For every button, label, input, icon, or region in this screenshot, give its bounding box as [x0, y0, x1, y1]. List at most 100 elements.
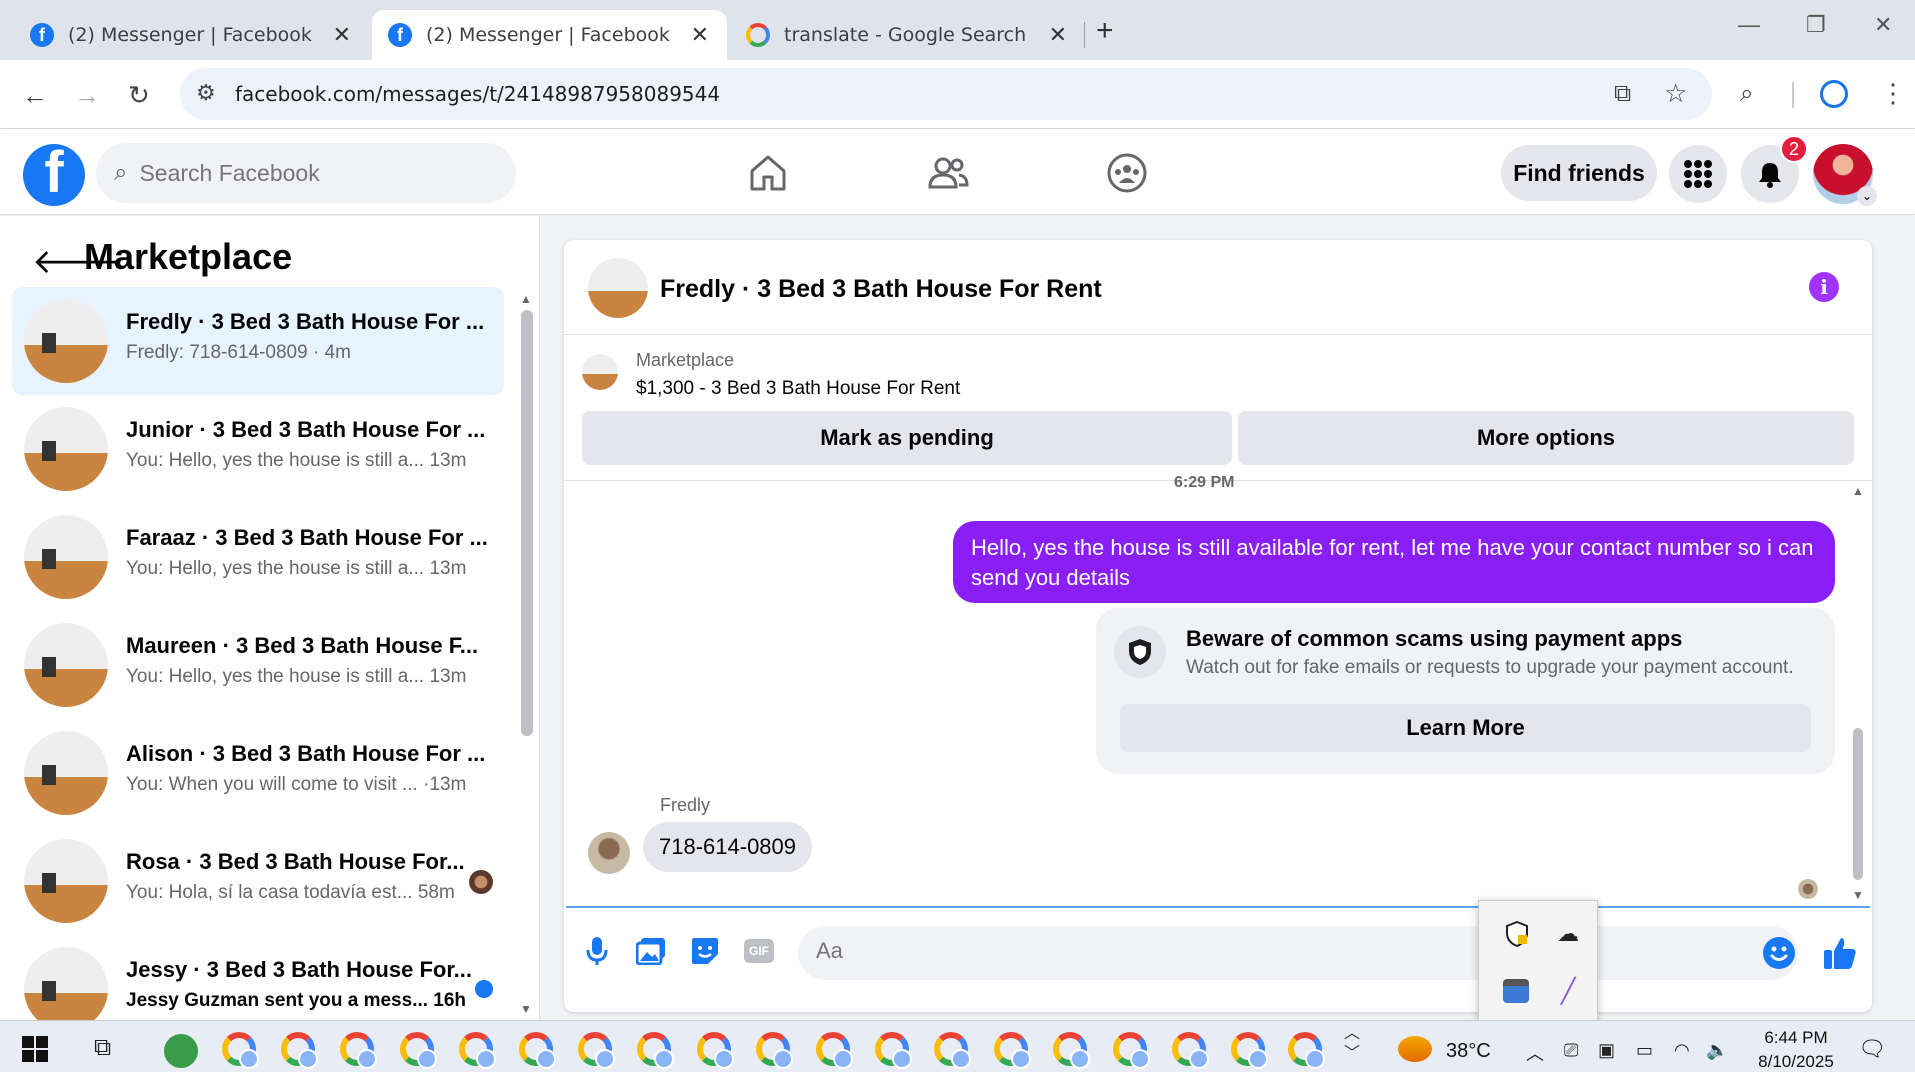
task-view-icon[interactable]: ⧉ [94, 1034, 111, 1062]
listing-title[interactable]: $1,300 - 3 Bed 3 Bath House For Rent [636, 378, 960, 400]
chrome-icon[interactable] [994, 1032, 1031, 1069]
chrome-icon[interactable] [1231, 1032, 1268, 1069]
chat-avatar[interactable] [588, 258, 648, 318]
forward-icon[interactable]: → [74, 80, 100, 111]
chrome-icon[interactable] [578, 1032, 615, 1069]
display-icon[interactable]: ▣ [1598, 1040, 1615, 1061]
security-shield-icon[interactable] [1505, 920, 1529, 948]
facebook-search[interactable]: ⌕ [96, 143, 516, 203]
install-app-icon[interactable]: ⧉ [1614, 80, 1631, 108]
home-icon[interactable] [746, 151, 790, 195]
conversation-item[interactable]: Rosa · 3 Bed 3 Bath House For... You: Ho… [12, 827, 504, 935]
scroll-up-icon[interactable]: ▲ [1852, 484, 1864, 498]
back-icon[interactable]: ← [22, 80, 48, 111]
minimize-icon[interactable]: — [1738, 12, 1760, 38]
conversation-item[interactable]: Faraaz · 3 Bed 3 Bath House For ... You:… [12, 503, 504, 611]
chrome-icon[interactable] [1288, 1032, 1325, 1069]
chrome-icon[interactable] [1113, 1032, 1150, 1069]
reload-icon[interactable]: ↻ [128, 80, 150, 111]
close-tab-icon[interactable]: ✕ [691, 23, 709, 48]
chrome-icon[interactable] [756, 1032, 793, 1069]
profile-icon[interactable] [1820, 80, 1848, 108]
chrome-icon[interactable] [400, 1032, 437, 1069]
sender-name: Fredly [660, 795, 711, 815]
chrome-icon[interactable] [934, 1032, 971, 1069]
battery-icon[interactable]: ▭ [1636, 1040, 1653, 1061]
chrome-icon[interactable] [222, 1032, 259, 1069]
close-tab-icon[interactable]: ✕ [333, 23, 351, 48]
weather-temperature[interactable]: 38°C [1446, 1040, 1491, 1063]
shield-icon [1114, 626, 1166, 678]
meet-icon[interactable]: ⎚ [1564, 1040, 1578, 1061]
chrome-icon[interactable] [1172, 1032, 1209, 1069]
conversation-item[interactable]: Maureen · 3 Bed 3 Bath House F... You: H… [12, 611, 504, 719]
chat-title[interactable]: Fredly · 3 Bed 3 Bath House For Rent [660, 275, 1102, 304]
gif-icon[interactable]: GIF [742, 934, 776, 968]
window-close-icon[interactable]: ✕ [1874, 12, 1892, 38]
chrome-icon[interactable] [637, 1032, 674, 1069]
browser-tab-3[interactable]: translate - Google Search ✕ [730, 10, 1085, 60]
conversation-preview: You: When you will come to visit ... ·13… [126, 774, 467, 795]
chrome-menu-icon[interactable]: ⋮ [1880, 78, 1906, 109]
onedrive-icon[interactable]: ☁ [1557, 921, 1579, 947]
bookmark-star-icon[interactable]: ☆ [1664, 78, 1687, 109]
conversation-item[interactable]: Fredly · 3 Bed 3 Bath House For ... Fred… [12, 287, 504, 395]
url-text[interactable]: facebook.com/messages/t/2414898795808954… [235, 82, 720, 106]
conversation-item[interactable]: Alison · 3 Bed 3 Bath House For ... You:… [12, 719, 504, 827]
app-icon[interactable] [164, 1034, 198, 1068]
camera-app-icon[interactable] [1503, 979, 1529, 1003]
weather-icon[interactable] [1398, 1036, 1432, 1062]
learn-more-button[interactable]: Learn More [1120, 704, 1811, 752]
browser-tab-2[interactable]: f (2) Messenger | Facebook ✕ [372, 10, 727, 60]
thumbs-up-icon[interactable] [1822, 935, 1858, 971]
sender-avatar[interactable] [588, 832, 630, 874]
show-hidden-icons-icon[interactable]: ︿ [1526, 1040, 1544, 1066]
browser-tab-1[interactable]: f (2) Messenger | Facebook ✕ [14, 10, 369, 60]
message-composer[interactable] [798, 926, 1798, 980]
search-input[interactable] [139, 159, 440, 187]
pen-icon[interactable]: ╱ [1561, 977, 1575, 1006]
menu-button[interactable] [1669, 145, 1727, 203]
chrome-icon[interactable] [459, 1032, 496, 1069]
taskbar-overflow-icon[interactable]: ︿ ﹀ [1344, 1024, 1360, 1064]
system-clock[interactable]: 6:44 PM 8/10/2025 [1756, 1026, 1836, 1074]
clock-time: 6:44 PM [1764, 1028, 1828, 1047]
chrome-icon[interactable] [816, 1032, 853, 1069]
windows-start-icon[interactable] [22, 1036, 48, 1062]
chrome-icon[interactable] [1053, 1032, 1090, 1069]
site-info-icon[interactable]: ⚙ [196, 80, 216, 106]
find-friends-button[interactable]: Find friends [1501, 145, 1657, 201]
notification-center-icon[interactable]: 🗨 [1858, 1036, 1886, 1062]
groups-icon[interactable] [1105, 151, 1149, 195]
lens-icon[interactable]: ⌕ [1740, 80, 1753, 108]
volume-icon[interactable]: 🔈 [1706, 1040, 1728, 1061]
close-tab-icon[interactable]: ✕ [1049, 23, 1067, 48]
wifi-icon[interactable]: ◠ [1674, 1040, 1690, 1061]
chrome-icon[interactable] [875, 1032, 912, 1069]
restore-icon[interactable]: ❐ [1806, 12, 1826, 38]
seen-avatar [469, 870, 493, 894]
listing-category: Marketplace [636, 350, 735, 370]
facebook-logo[interactable]: f [23, 144, 85, 206]
mark-as-pending-button[interactable]: Mark as pending [582, 411, 1232, 465]
conversation-item[interactable]: Junior · 3 Bed 3 Bath House For ... You:… [12, 395, 504, 503]
scroll-down-icon[interactable]: ▼ [1852, 888, 1864, 902]
conversation-item[interactable]: Jessy · 3 Bed 3 Bath House For... Jessy … [12, 935, 504, 1020]
scroll-up-icon[interactable]: ▲ [520, 292, 532, 306]
scroll-down-icon[interactable]: ▼ [520, 1002, 532, 1016]
sidebar-scrollbar[interactable] [521, 310, 533, 736]
friends-icon[interactable] [926, 151, 970, 195]
photo-icon[interactable] [634, 934, 668, 968]
microphone-icon[interactable] [580, 934, 614, 968]
chevron-down-icon[interactable]: ⌄ [1857, 186, 1877, 206]
sticker-icon[interactable] [688, 934, 722, 968]
chrome-icon[interactable] [697, 1032, 734, 1069]
emoji-icon[interactable] [1763, 937, 1795, 969]
chat-scrollbar[interactable] [1853, 728, 1863, 880]
chrome-icon[interactable] [519, 1032, 556, 1069]
info-icon[interactable]: i [1809, 272, 1839, 302]
new-tab-icon[interactable]: + [1096, 14, 1114, 48]
chrome-icon[interactable] [281, 1032, 318, 1069]
more-options-button[interactable]: More options [1238, 411, 1854, 465]
chrome-icon[interactable] [340, 1032, 377, 1069]
